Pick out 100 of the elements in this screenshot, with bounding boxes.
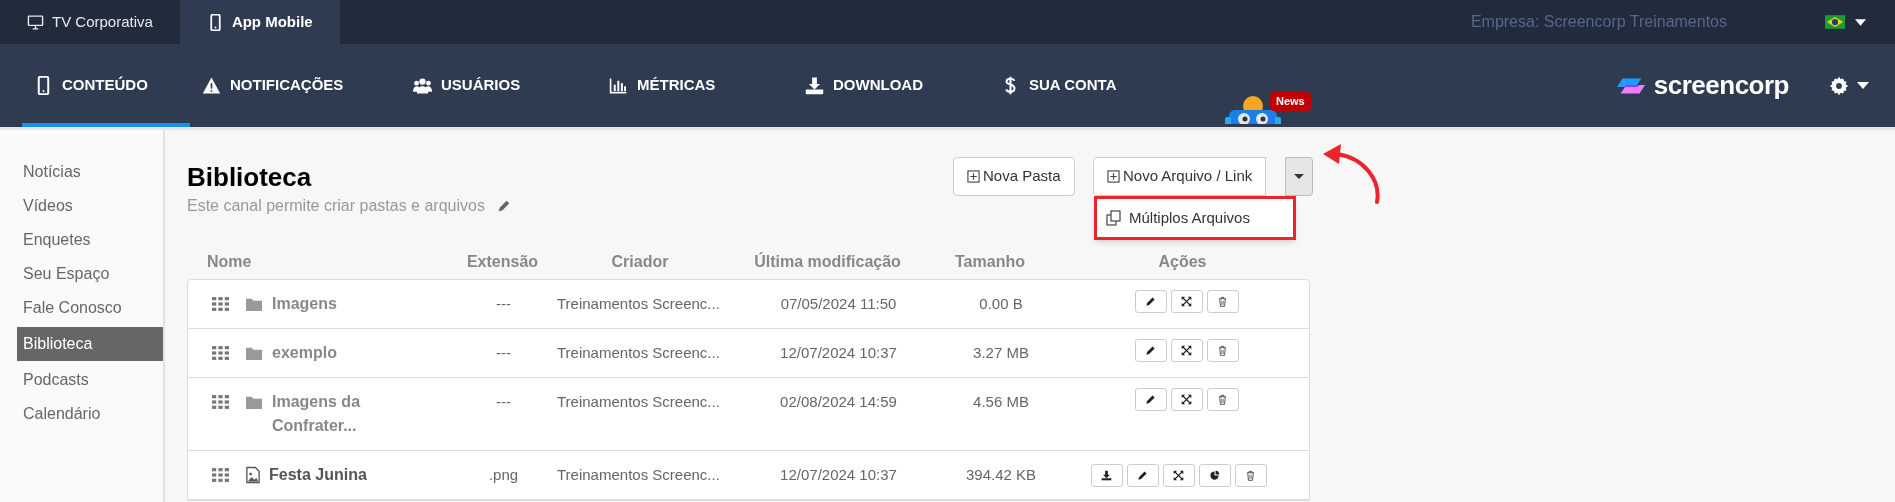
- pie-chart-icon: [1209, 469, 1220, 481]
- sidebar-item[interactable]: Vídeos: [17, 189, 163, 223]
- sidebar-item[interactable]: Seu Espaço: [17, 257, 163, 291]
- download-icon: [805, 76, 824, 95]
- edit-button[interactable]: [1134, 339, 1167, 362]
- move-button[interactable]: [1170, 290, 1203, 313]
- trash-icon: [1245, 469, 1256, 481]
- sidebar-item[interactable]: Fale Conosco: [17, 291, 163, 325]
- sidebar-item[interactable]: Podcasts: [17, 363, 163, 397]
- folder-icon: [245, 394, 263, 410]
- news-badge: News: [1270, 92, 1311, 111]
- plus-square-icon: [1107, 170, 1120, 183]
- caret-icon[interactable]: [1855, 18, 1866, 26]
- table-cell-text: 02/08/2024 14:59: [779, 392, 898, 412]
- move-button[interactable]: [1162, 463, 1195, 487]
- expand-arrows-icon: [1181, 394, 1192, 405]
- trash-icon: [1217, 345, 1228, 356]
- file-name[interactable]: exemplo: [272, 341, 337, 365]
- settings-icon[interactable]: [1829, 75, 1849, 96]
- table-cell-text: .png: [487, 465, 520, 485]
- delete-button[interactable]: [1206, 388, 1239, 411]
- stats-button[interactable]: [1198, 463, 1231, 487]
- table-cell-text: Treinamentos Screenc...: [556, 392, 721, 412]
- table-cell-text: ---: [495, 343, 512, 363]
- trash-icon: [1217, 394, 1228, 405]
- page-subtitle: Este canal permite criar pastas e arquivos: [187, 196, 485, 216]
- warning-icon: [202, 76, 221, 95]
- logo-mark-icon: [1614, 75, 1647, 96]
- table-cell-text: 07/05/2024 11:50: [779, 294, 898, 314]
- table-cell-text: 0.00 B: [978, 294, 1024, 314]
- company-name: Empresa: Screencorp Treinamentos: [1470, 12, 1727, 32]
- table-cell-text: 3.27 MB: [972, 343, 1030, 363]
- column-header: Extensão: [465, 252, 540, 272]
- expand-arrows-icon: [1173, 469, 1184, 481]
- nav-tab[interactable]: MÉTRICAS: [597, 44, 793, 127]
- new-folder-button[interactable]: Nova Pasta: [953, 157, 1075, 196]
- sidebar-item[interactable]: Calendário: [17, 397, 163, 431]
- table-cell-text: 394.42 KB: [964, 465, 1038, 485]
- nav-tab[interactable]: NOTIFICAÇÕES: [190, 44, 401, 127]
- download-button[interactable]: [1090, 463, 1123, 487]
- column-header: Nome: [206, 252, 253, 272]
- delete-button[interactable]: [1206, 290, 1239, 313]
- column-header: Ações: [1157, 252, 1208, 272]
- folder-icon: [245, 345, 263, 361]
- top-tab[interactable]: TV Corporativa: [0, 0, 180, 44]
- caret-icon[interactable]: [1857, 82, 1869, 89]
- bar-chart-icon: [609, 76, 628, 95]
- drag-handle-icon[interactable]: [212, 468, 229, 482]
- expand-arrows-icon: [1181, 296, 1192, 307]
- copy-icon: [1106, 210, 1121, 226]
- download-icon: [1101, 469, 1112, 481]
- image-file-icon: [245, 466, 261, 484]
- logo-text: screencorp: [1653, 69, 1789, 102]
- move-button[interactable]: [1170, 388, 1203, 411]
- top-tab[interactable]: App Mobile: [179, 0, 340, 44]
- edit-button[interactable]: [1134, 388, 1167, 411]
- sidebar-item[interactable]: Enquetes: [17, 223, 163, 257]
- sidebar-item[interactable]: Biblioteca: [17, 327, 163, 361]
- drag-handle-icon[interactable]: [212, 297, 229, 311]
- table-cell-text: Treinamentos Screenc...: [556, 343, 721, 363]
- delete-button[interactable]: [1234, 463, 1267, 487]
- file-name[interactable]: Imagens da Confrater...: [272, 390, 386, 438]
- pencil-icon: [1145, 394, 1156, 405]
- monitor-icon: [27, 13, 44, 31]
- table-cell-text: Treinamentos Screenc...: [556, 294, 721, 314]
- pencil-icon: [1137, 469, 1148, 481]
- column-header: Última modificação: [753, 251, 902, 272]
- expand-arrows-icon: [1181, 345, 1192, 356]
- edit-button[interactable]: [1126, 463, 1159, 487]
- flag-icon[interactable]: [1825, 15, 1845, 29]
- edit-button[interactable]: [1134, 290, 1167, 313]
- new-file-button[interactable]: Novo Arquivo / Link: [1093, 157, 1267, 196]
- pencil-icon: [1145, 345, 1156, 356]
- table-cell-text: ---: [495, 392, 512, 412]
- move-button[interactable]: [1170, 339, 1203, 362]
- users-icon: [413, 76, 432, 95]
- table-cell-text: 12/07/2024 10:37: [779, 343, 898, 363]
- table-cell-text: ---: [495, 294, 512, 314]
- table-cell-text: 4.56 MB: [972, 392, 1030, 412]
- dropdown-toggle[interactable]: [1285, 157, 1313, 196]
- plus-square-icon: [967, 170, 980, 183]
- drag-handle-icon[interactable]: [212, 395, 229, 409]
- edit-icon[interactable]: [496, 199, 511, 213]
- pencil-icon: [1145, 296, 1156, 307]
- page-title: Biblioteca: [187, 161, 312, 194]
- folder-icon: [245, 296, 263, 312]
- file-name[interactable]: Festa Junina: [269, 463, 367, 487]
- nav-tab[interactable]: SUA CONTA: [989, 44, 1169, 127]
- sidebar-item[interactable]: Notícias: [17, 155, 163, 189]
- table-cell-text: 12/07/2024 10:37: [779, 465, 898, 485]
- table-cell-text: Treinamentos Screenc...: [556, 465, 721, 485]
- column-header: Tamanho: [954, 252, 1026, 272]
- drag-handle-icon[interactable]: [212, 346, 229, 360]
- nav-tab[interactable]: DOWNLOAD: [793, 44, 989, 127]
- delete-button[interactable]: [1206, 339, 1239, 362]
- column-header: Criador: [610, 252, 670, 272]
- file-name[interactable]: Imagens: [272, 292, 337, 316]
- caret-icon: [1294, 174, 1304, 179]
- trash-icon: [1217, 296, 1228, 307]
- nav-tab[interactable]: USUÁRIOS: [401, 44, 597, 127]
